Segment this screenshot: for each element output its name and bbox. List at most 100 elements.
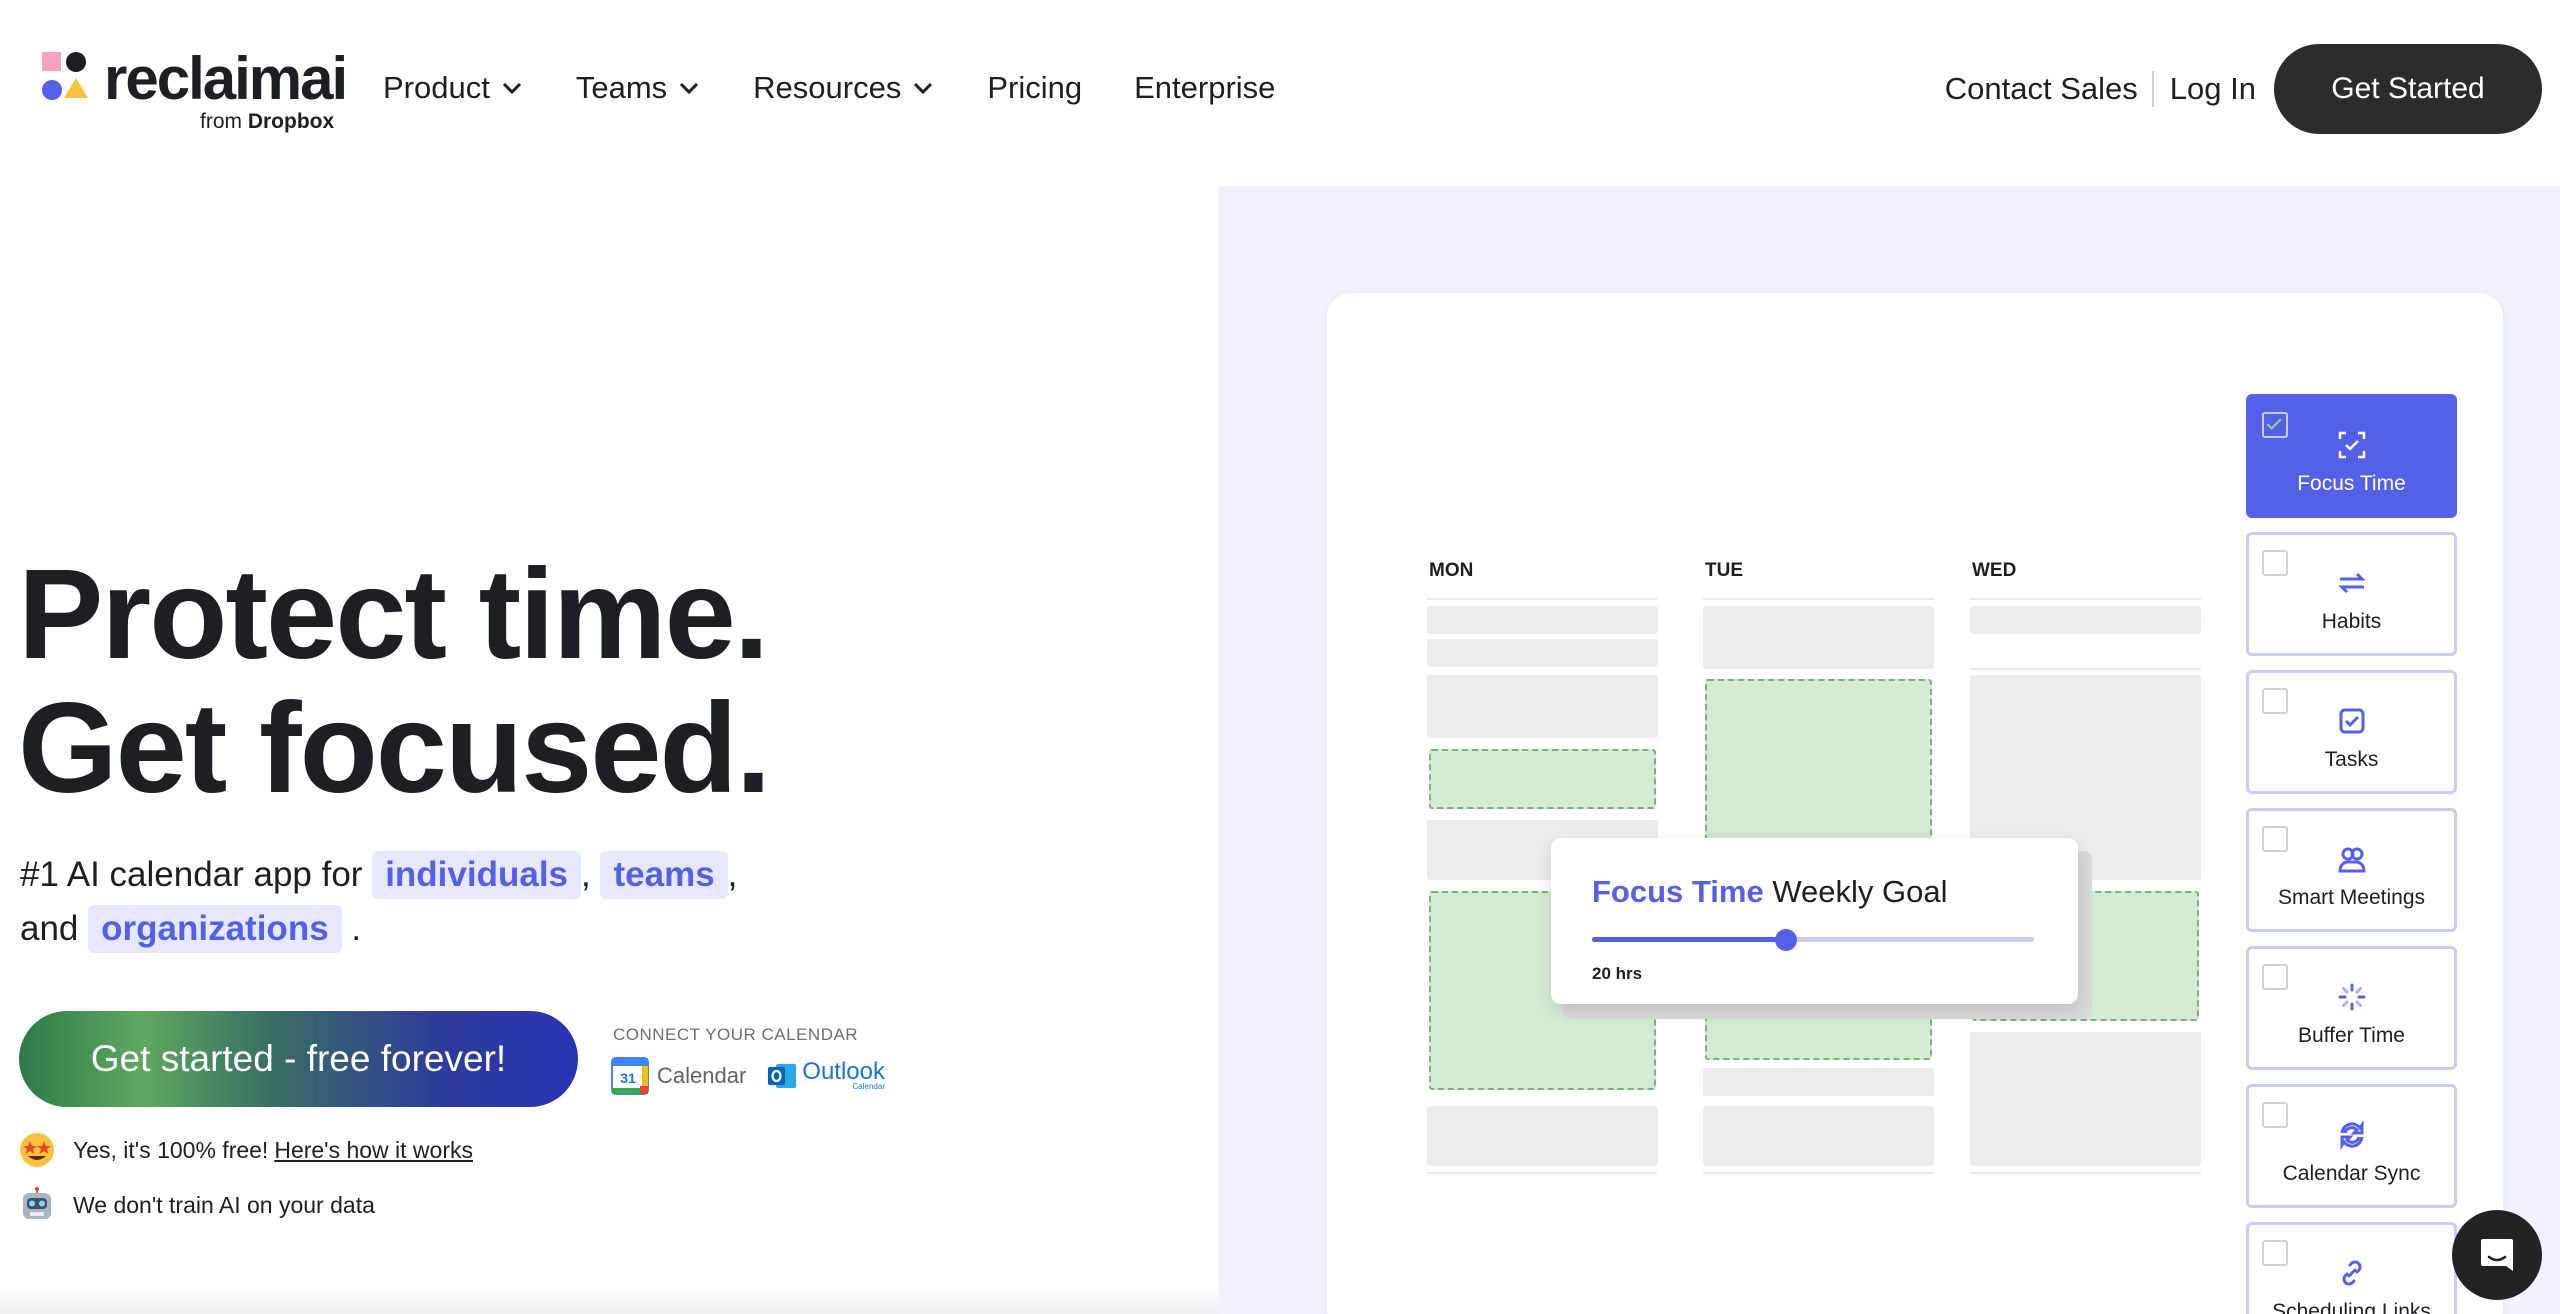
focus-time-block bbox=[1705, 679, 1932, 845]
how-it-works-link[interactable]: Here's how it works bbox=[274, 1137, 473, 1164]
chip-organizations[interactable]: organizations bbox=[88, 905, 342, 953]
checkbox-icon[interactable] bbox=[2262, 412, 2288, 438]
calendar-event-block bbox=[1703, 1106, 1934, 1166]
hero-headline-line1: Protect time. bbox=[18, 543, 769, 686]
calendar-event-block bbox=[1427, 675, 1658, 738]
free-note: Yes, it's 100% free! Here's how it works bbox=[19, 1132, 473, 1168]
feature-label: Habits bbox=[2321, 610, 2382, 633]
nav-menu: Product Teams Resources Pricing Enterpri… bbox=[383, 62, 1327, 114]
free-forever-cta-button[interactable]: Get started - free forever! bbox=[19, 1011, 578, 1107]
weekly-goal-slider-handle[interactable] bbox=[1775, 929, 1798, 951]
checkbox-icon[interactable] bbox=[2262, 964, 2288, 990]
checkbox-icon[interactable] bbox=[2262, 688, 2288, 714]
calendar-event-block bbox=[1703, 606, 1934, 669]
hero-headline: Protect time. Get focused. bbox=[18, 543, 771, 820]
hero-tagline: #1 AI calendar app for individuals, team… bbox=[20, 848, 780, 956]
weekly-goal-slider-fill bbox=[1592, 937, 1787, 942]
checkbox-icon[interactable] bbox=[2262, 550, 2288, 576]
tagline-period: . bbox=[351, 909, 362, 948]
nav-item-product[interactable]: Product bbox=[383, 70, 524, 106]
weekly-goal-accent: Focus Time bbox=[1592, 874, 1764, 909]
feature-habits[interactable]: Habits bbox=[2246, 532, 2457, 656]
calendar-event-block bbox=[1703, 1068, 1934, 1096]
robot-emoji-icon bbox=[23, 1187, 51, 1219]
calendar-gridline bbox=[1970, 1172, 2201, 1174]
calendar-event-block bbox=[1427, 1106, 1658, 1166]
feature-label: Calendar Sync bbox=[2282, 1162, 2421, 1185]
weekly-goal-slider[interactable] bbox=[1592, 929, 2034, 951]
feature-scheduling-links[interactable]: Scheduling Links bbox=[2246, 1222, 2457, 1314]
chat-icon bbox=[2481, 1239, 2513, 1271]
checkbox-icon[interactable] bbox=[2262, 1102, 2288, 1128]
day-label-mon: MON bbox=[1429, 560, 1474, 581]
chip-teams[interactable]: teams bbox=[600, 851, 728, 899]
nav-item-label: Resources bbox=[753, 70, 902, 105]
weekly-goal-title-rest: Weekly Goal bbox=[1772, 874, 1948, 909]
day-label-wed: WED bbox=[1972, 560, 2017, 581]
logo-byline-brand: Dropbox bbox=[247, 110, 335, 133]
people-icon bbox=[2338, 847, 2366, 873]
tagline-comma: , bbox=[581, 855, 591, 894]
chip-individuals[interactable]: individuals bbox=[372, 851, 582, 899]
nav-item-resources[interactable]: Resources bbox=[753, 70, 935, 106]
logo-byline: from Dropbox bbox=[200, 110, 334, 134]
calendar-gridline bbox=[1703, 598, 1934, 600]
checkmark-icon bbox=[2266, 418, 2282, 430]
chevron-down-icon bbox=[914, 82, 933, 95]
outlook-calendar-link[interactable]: Outlook Calendar bbox=[766, 1060, 885, 1092]
tagline-comma: , bbox=[727, 855, 738, 894]
task-check-icon bbox=[2339, 708, 2365, 734]
nav-item-label: Product bbox=[383, 70, 490, 105]
chat-widget-button[interactable] bbox=[2452, 1210, 2542, 1300]
weekly-goal-hours: 20 hrs bbox=[1592, 964, 1643, 983]
contact-sales-link[interactable]: Contact Sales bbox=[1945, 71, 2152, 107]
feature-buffer-time[interactable]: Buffer Time bbox=[2246, 946, 2457, 1070]
feature-focus-time[interactable]: Focus Time bbox=[2246, 394, 2457, 518]
google-calendar-icon: 31 bbox=[611, 1057, 649, 1095]
outlook-label: Outlook bbox=[802, 1058, 885, 1085]
log-in-link[interactable]: Log In bbox=[2170, 71, 2256, 107]
checkbox-icon[interactable] bbox=[2262, 1240, 2288, 1266]
calendar-event-block bbox=[1970, 606, 2201, 634]
connect-calendar-label: CONNECT YOUR CALENDAR bbox=[613, 1025, 859, 1044]
gcal-day: 31 bbox=[620, 1070, 636, 1086]
reclaim-logo[interactable]: reclaimai from Dropbox bbox=[42, 45, 352, 140]
nav-actions: Contact Sales Log In Get Started bbox=[1945, 44, 2542, 134]
outlook-sublabel: Calendar bbox=[852, 1082, 885, 1091]
checkbox-icon[interactable] bbox=[2262, 826, 2288, 852]
calendar-integrations: 31 Calendar Outlook Calendar bbox=[611, 1056, 885, 1096]
focus-icon bbox=[2338, 431, 2366, 459]
spinner-icon bbox=[2338, 983, 2366, 1011]
nav-item-teams[interactable]: Teams bbox=[576, 70, 701, 106]
hero-headline-line2: Get focused. bbox=[18, 677, 771, 820]
logo-wordmark: reclaimai bbox=[104, 45, 348, 112]
bottom-fade bbox=[0, 1284, 1219, 1314]
free-note-text: Yes, it's 100% free! bbox=[73, 1136, 269, 1163]
outlook-icon bbox=[768, 1064, 797, 1088]
nav-item-enterprise[interactable]: Enterprise bbox=[1134, 70, 1275, 106]
calendar-event-block bbox=[1427, 639, 1658, 667]
ai-privacy-note: We don't train AI on your data bbox=[19, 1187, 375, 1223]
top-nav: reclaimai from Dropbox Product Teams Res… bbox=[0, 0, 2560, 180]
nav-item-pricing[interactable]: Pricing bbox=[987, 70, 1082, 106]
nav-divider bbox=[2151, 71, 2154, 107]
weekly-goal-card: Focus Time Weekly Goal 20 hrs bbox=[1551, 838, 2078, 1004]
feature-label: Tasks bbox=[2324, 748, 2379, 771]
outlook-text: Outlook Calendar bbox=[802, 1058, 885, 1091]
chevron-down-icon bbox=[502, 82, 521, 95]
google-calendar-label: Calendar bbox=[657, 1063, 747, 1088]
tagline-and: and bbox=[20, 909, 79, 948]
calendar-gridline bbox=[1970, 598, 2201, 600]
google-calendar-link[interactable]: 31 Calendar bbox=[611, 1057, 746, 1095]
feature-smart-meetings[interactable]: Smart Meetings bbox=[2246, 808, 2457, 932]
focus-time-block bbox=[1429, 749, 1656, 809]
calendar-gridline bbox=[1703, 1172, 1934, 1174]
get-started-button[interactable]: Get Started bbox=[2274, 44, 2542, 134]
logo-byline-prefix: from bbox=[200, 110, 242, 133]
feature-tasks[interactable]: Tasks bbox=[2246, 670, 2457, 794]
feature-calendar-sync[interactable]: Calendar Sync bbox=[2246, 1084, 2457, 1208]
feature-label: Buffer Time bbox=[2298, 1024, 2405, 1047]
link-icon bbox=[2342, 1260, 2362, 1286]
logo-mark-icon bbox=[42, 52, 88, 100]
feature-label: Focus Time bbox=[2297, 472, 2406, 495]
